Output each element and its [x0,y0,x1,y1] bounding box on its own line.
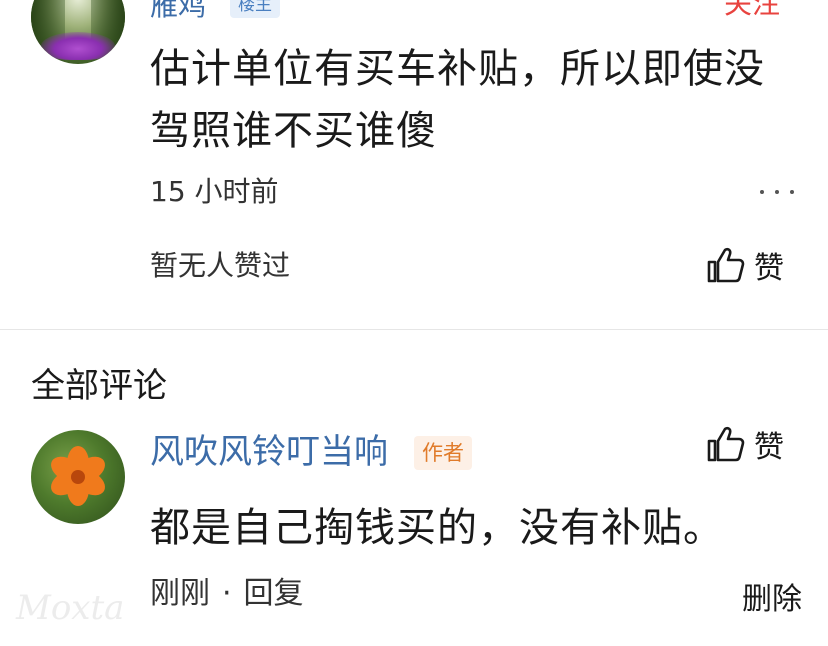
dot [775,190,779,194]
dot [760,190,764,194]
avatar-flowers [41,32,115,60]
post-like-button[interactable]: 赞 [706,244,784,286]
avatar-flower-center [71,470,85,484]
post-author-name[interactable]: 雁鸡 [150,0,206,24]
post-text: 估计单位有买车补贴，所以即使没驾照谁不买谁傻 [150,46,765,154]
comment-like-button[interactable]: 赞 [706,423,784,465]
comment-time: 刚刚 [150,576,210,611]
follow-button[interactable]: 关注 [724,0,780,22]
post-time: 15 小时前 [150,175,279,208]
meta-separator: · [222,576,232,611]
thumbs-up-icon [707,426,745,462]
commenter-name[interactable]: 风吹风铃叮当响 [150,430,388,474]
op-badge: 楼主 [230,0,280,18]
reply-button[interactable]: 回复 [244,574,304,614]
divider [0,329,828,330]
watermark: Moxta [16,588,125,628]
comment-meta: 刚刚 · 回复 [150,574,304,614]
author-badge: 作者 [414,436,472,470]
commenter-avatar[interactable] [31,430,125,524]
section-title: 全部评论 [31,366,167,406]
likes-summary: 暂无人赞过 [150,249,291,282]
avatar[interactable] [31,0,125,64]
dot [790,190,794,194]
delete-button[interactable]: 删除 [742,580,802,620]
like-label: 赞 [754,251,784,286]
thumbs-up-icon [707,247,745,283]
comment-text: 都是自己掏钱买的，没有补贴。 [150,505,724,551]
more-horizontal-icon[interactable] [760,172,794,212]
like-label: 赞 [754,430,784,465]
